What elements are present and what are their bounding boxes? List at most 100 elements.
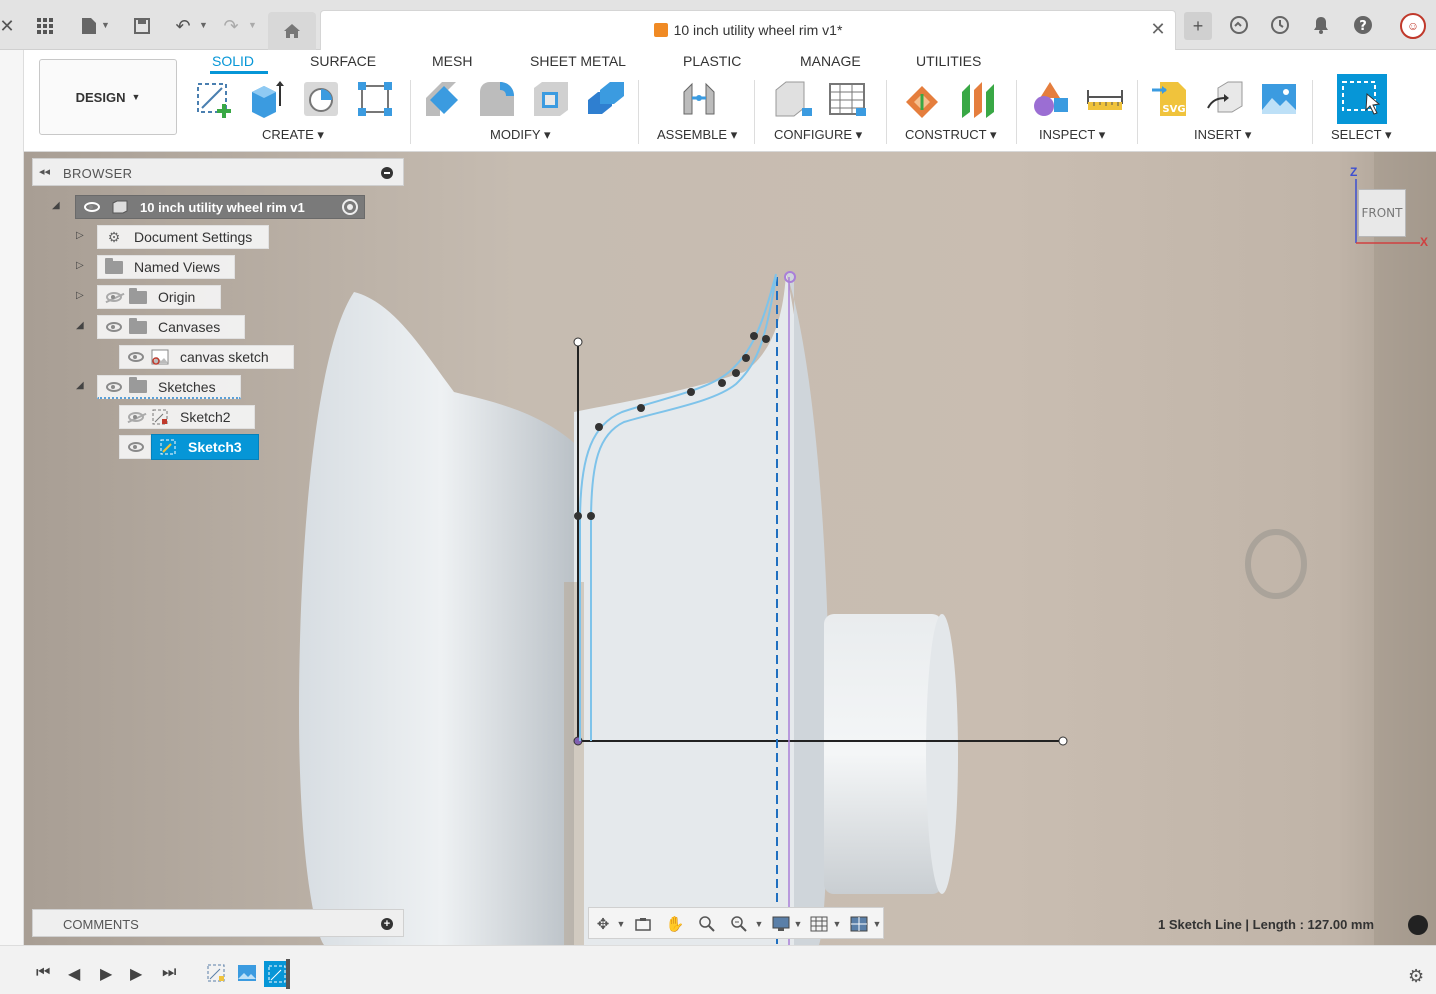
timeline-active-sketch-icon[interactable] [264, 959, 292, 989]
measure-icon[interactable] [1084, 78, 1126, 120]
file-icon[interactable] [76, 13, 102, 39]
help-icon[interactable]: ? [1350, 12, 1376, 38]
document-tab[interactable]: 10 inch utility wheel rim v1* ✕ [320, 10, 1176, 50]
expand-named-views-icon[interactable]: ▷ [76, 260, 84, 271]
redo-icon[interactable]: ↷ [218, 13, 244, 39]
display-dropdown-icon[interactable]: ▼ [788, 914, 808, 934]
home-tab[interactable] [268, 12, 316, 50]
insert-svg-icon[interactable]: SVG [1150, 78, 1192, 120]
browser-item-canvas-sketch[interactable]: canvas sketch [119, 345, 294, 369]
select-icon[interactable] [1337, 74, 1387, 124]
viewports-icon[interactable] [849, 914, 869, 934]
fit-icon[interactable] [729, 914, 749, 934]
press-pull-icon[interactable] [422, 78, 464, 120]
new-tab-icon[interactable]: + [1184, 12, 1212, 40]
browser-item-document-settings[interactable]: ⚙ Document Settings [97, 225, 269, 249]
offset-plane-icon[interactable] [902, 78, 944, 120]
minimize-browser-icon[interactable] [381, 167, 393, 179]
orbit-dropdown-icon[interactable]: ▼ [611, 914, 631, 934]
eye-hidden-icon[interactable] [126, 407, 146, 427]
user-avatar[interactable]: ☺ [1400, 13, 1426, 39]
browser-item-sketches[interactable]: Sketches [97, 375, 241, 399]
undo-dropdown-icon[interactable]: ▼ [199, 20, 208, 30]
joint-icon[interactable] [678, 78, 720, 120]
expand-origin-icon[interactable]: ▷ [76, 290, 84, 301]
browser-item-sketch3-eye[interactable] [119, 435, 151, 459]
grid-dropdown-icon[interactable]: ▼ [827, 914, 847, 934]
shell-icon[interactable] [530, 78, 572, 120]
eye-icon[interactable] [104, 377, 124, 397]
step-forward-icon[interactable]: ▶ [130, 964, 142, 984]
tab-plastic[interactable]: PLASTIC [683, 53, 741, 69]
midplane-icon[interactable] [956, 78, 998, 120]
add-comment-icon[interactable]: + [381, 918, 393, 930]
play-icon[interactable]: ▶ [100, 964, 112, 984]
revolve-icon[interactable] [300, 78, 342, 120]
timeline-canvas-feature-icon[interactable] [237, 963, 257, 983]
timeline-sketch-feature-icon[interactable] [206, 963, 226, 983]
collapse-panel-icon[interactable]: ◂◂ [39, 165, 50, 178]
eye-icon[interactable] [126, 347, 146, 367]
insert-menu[interactable]: INSERT ▾ [1194, 127, 1251, 143]
go-to-start-icon[interactable]: ⏮ [36, 964, 50, 982]
modify-menu[interactable]: MODIFY ▾ [490, 127, 550, 143]
notifications-icon[interactable] [1308, 12, 1334, 38]
expand-document-settings-icon[interactable]: ▷ [76, 230, 84, 241]
browser-item-origin[interactable]: Origin [97, 285, 221, 309]
browser-item-named-views[interactable]: Named Views [97, 255, 235, 279]
display-component-colors-icon[interactable] [1030, 78, 1072, 120]
grid-menu-icon[interactable] [32, 13, 58, 39]
view-cube-front-face[interactable]: FRONT [1358, 189, 1406, 237]
zoom-dropdown-icon[interactable]: ▼ [749, 914, 769, 934]
comments-panel[interactable]: COMMENTS + [32, 909, 404, 937]
tab-manage[interactable]: MANAGE [800, 53, 861, 69]
create-menu[interactable]: CREATE ▾ [262, 127, 324, 143]
eye-icon[interactable] [126, 437, 146, 457]
eye-hidden-icon[interactable] [104, 287, 124, 307]
zoom-icon[interactable] [697, 914, 717, 934]
tab-mesh[interactable]: MESH [432, 53, 472, 69]
browser-item-sketch2[interactable]: Sketch2 [119, 405, 255, 429]
view-cube[interactable]: Z X FRONT [1350, 165, 1430, 250]
grid-settings-icon[interactable] [809, 914, 829, 934]
job-status-icon[interactable] [1267, 12, 1293, 38]
sketch-status-icon[interactable] [1408, 915, 1428, 935]
canvas-viewport[interactable] [24, 152, 1436, 945]
extensions-icon[interactable] [1226, 12, 1252, 38]
file-dropdown-icon[interactable]: ▼ [101, 20, 110, 30]
insert-derive-icon[interactable] [1204, 78, 1246, 120]
inspect-menu[interactable]: INSPECT ▾ [1039, 127, 1105, 143]
expand-root-icon[interactable]: ◢ [52, 200, 60, 211]
extrude-icon[interactable] [246, 78, 288, 120]
workspace-switcher-button[interactable]: DESIGN ▼ [39, 59, 177, 135]
redo-dropdown-icon[interactable]: ▼ [248, 20, 257, 30]
timeline-settings-gear-icon[interactable]: ⚙ [1408, 966, 1424, 987]
tab-sheet-metal[interactable]: SHEET METAL [530, 53, 626, 69]
browser-item-sketch3[interactable]: Sketch3 [151, 434, 259, 460]
go-to-end-icon[interactable]: ⏭ [162, 964, 176, 982]
table-icon[interactable] [826, 78, 868, 120]
undo-icon[interactable]: ↶ [170, 13, 196, 39]
pattern-icon[interactable] [354, 78, 396, 120]
orbit-icon[interactable]: ✥ [593, 914, 613, 934]
browser-root-node[interactable]: 10 inch utility wheel rim v1 [75, 195, 365, 219]
configure-icon[interactable] [772, 78, 814, 120]
eye-icon[interactable] [104, 317, 124, 337]
tab-solid[interactable]: SOLID [212, 53, 254, 69]
sketch-endpoint[interactable] [573, 337, 583, 347]
browser-panel-header[interactable]: ◂◂ BROWSER [32, 158, 404, 186]
construct-menu[interactable]: CONSTRUCT ▾ [905, 127, 997, 143]
sketch-endpoint[interactable] [1058, 736, 1068, 746]
expand-sketches-icon[interactable]: ◢ [76, 380, 84, 391]
tab-utilities[interactable]: UTILITIES [916, 53, 981, 69]
close-app-icon[interactable]: ✕ [0, 13, 20, 39]
close-tab-icon[interactable]: ✕ [1147, 19, 1169, 41]
browser-item-canvases[interactable]: Canvases [97, 315, 245, 339]
insert-canvas-icon[interactable] [1258, 78, 1300, 120]
fillet-icon[interactable] [476, 78, 518, 120]
look-at-icon[interactable] [633, 914, 653, 934]
expand-canvases-icon[interactable]: ◢ [76, 320, 84, 331]
activate-component-icon[interactable] [342, 199, 358, 215]
assemble-menu[interactable]: ASSEMBLE ▾ [657, 127, 737, 143]
tab-surface[interactable]: SURFACE [310, 53, 376, 69]
